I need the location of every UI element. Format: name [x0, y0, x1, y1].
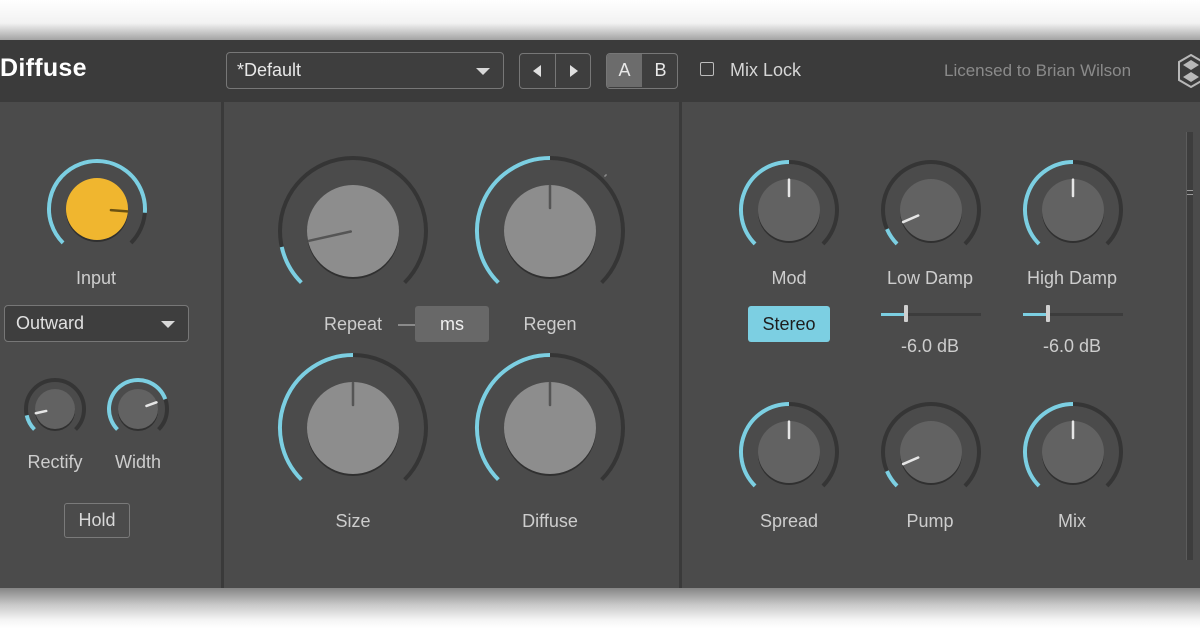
hold-button[interactable]: Hold: [64, 503, 130, 538]
rectify-knob[interactable]: [23, 377, 87, 441]
plugin-window: Diffuse *Default A B Mix Lock Licensed t…: [0, 40, 1200, 588]
knob-body: [118, 389, 158, 429]
knob-body: [66, 178, 128, 240]
spread-knob[interactable]: [738, 401, 840, 503]
width-knob[interactable]: [106, 377, 170, 441]
knob-body: [35, 389, 75, 429]
knob-value-arc: [279, 246, 303, 285]
time-unit-button[interactable]: ms: [415, 306, 489, 342]
mix-lock-label: Mix Lock: [730, 60, 802, 80]
meter-tick: [1187, 194, 1193, 195]
diffuse-knob[interactable]: [474, 352, 626, 504]
size-label: Size: [335, 511, 371, 531]
next-preset-button[interactable]: [556, 54, 591, 87]
pump-knob[interactable]: [880, 401, 982, 503]
low-damp-gain-slider[interactable]: [881, 304, 981, 324]
knob-marker: [603, 173, 608, 178]
knob-value-arc: [885, 470, 899, 488]
repeat-knob[interactable]: [277, 155, 429, 307]
repeat-label: Repeat: [323, 314, 383, 334]
input-label: Input: [75, 268, 117, 288]
knob-value-arc: [885, 228, 899, 246]
mod-knob[interactable]: [738, 159, 840, 261]
mod-label: Mod: [771, 268, 807, 288]
mode-dropdown[interactable]: Outward: [4, 305, 189, 342]
slider-fill: [881, 313, 906, 316]
width-label: Width: [114, 452, 161, 472]
size-knob[interactable]: [277, 352, 429, 504]
low-damp-gain-value: -6.0 dB: [900, 336, 960, 356]
b-button[interactable]: B: [643, 54, 677, 87]
bottom-shadow: [0, 586, 1200, 628]
license-text: Licensed to Brian Wilson: [944, 61, 1132, 80]
low-damp-knob[interactable]: [880, 159, 982, 261]
a-button[interactable]: A: [607, 54, 642, 87]
meter-tick: [1187, 190, 1193, 191]
mix-lock-checkbox[interactable]: [700, 62, 714, 76]
regen-label: Regen: [523, 314, 577, 334]
stereo-button[interactable]: Stereo: [748, 306, 830, 342]
spread-label: Spread: [759, 511, 819, 531]
brand-logo-icon: [1178, 54, 1200, 88]
previous-preset-button[interactable]: [520, 54, 556, 87]
knob-value-arc: [24, 414, 36, 431]
knob-body: [307, 185, 399, 277]
mix-label: Mix: [1058, 511, 1086, 531]
knob-body: [900, 179, 962, 241]
knob-indicator: [109, 208, 129, 213]
arrow-right-icon: [570, 65, 578, 77]
knob-body: [900, 421, 962, 483]
high-damp-gain-slider[interactable]: [1023, 304, 1123, 324]
arrow-left-icon: [533, 65, 541, 77]
pump-label: Pump: [906, 511, 954, 531]
header-bar: Diffuse *Default A B Mix Lock Licensed t…: [0, 40, 1200, 102]
high-damp-gain-value: -6.0 dB: [1042, 336, 1102, 356]
top-shadow: [0, 0, 1200, 42]
diffuse-label: Diffuse: [522, 511, 578, 531]
ab-compare: A B: [606, 53, 678, 89]
plugin-title: Diffuse: [0, 54, 87, 82]
slider-fill: [1023, 313, 1048, 316]
low-damp-label: Low Damp: [886, 268, 974, 288]
high-damp-knob[interactable]: [1022, 159, 1124, 261]
preset-name: *Default: [237, 60, 302, 80]
preset-dropdown[interactable]: *Default: [226, 52, 504, 89]
chevron-down-icon: [161, 321, 175, 328]
mode-value: Outward: [16, 313, 85, 333]
section-divider: [679, 102, 682, 588]
unit-connector: [398, 324, 416, 326]
slider-handle[interactable]: [904, 305, 908, 322]
mix-knob[interactable]: [1022, 401, 1124, 503]
input-knob[interactable]: [46, 158, 148, 260]
regen-knob[interactable]: [474, 155, 626, 307]
chevron-down-icon: [476, 68, 490, 75]
output-meter: [1186, 132, 1193, 560]
section-divider: [221, 102, 224, 588]
high-damp-label: High Damp: [1026, 268, 1118, 288]
slider-handle[interactable]: [1046, 305, 1050, 322]
preset-navigation: [519, 53, 591, 89]
